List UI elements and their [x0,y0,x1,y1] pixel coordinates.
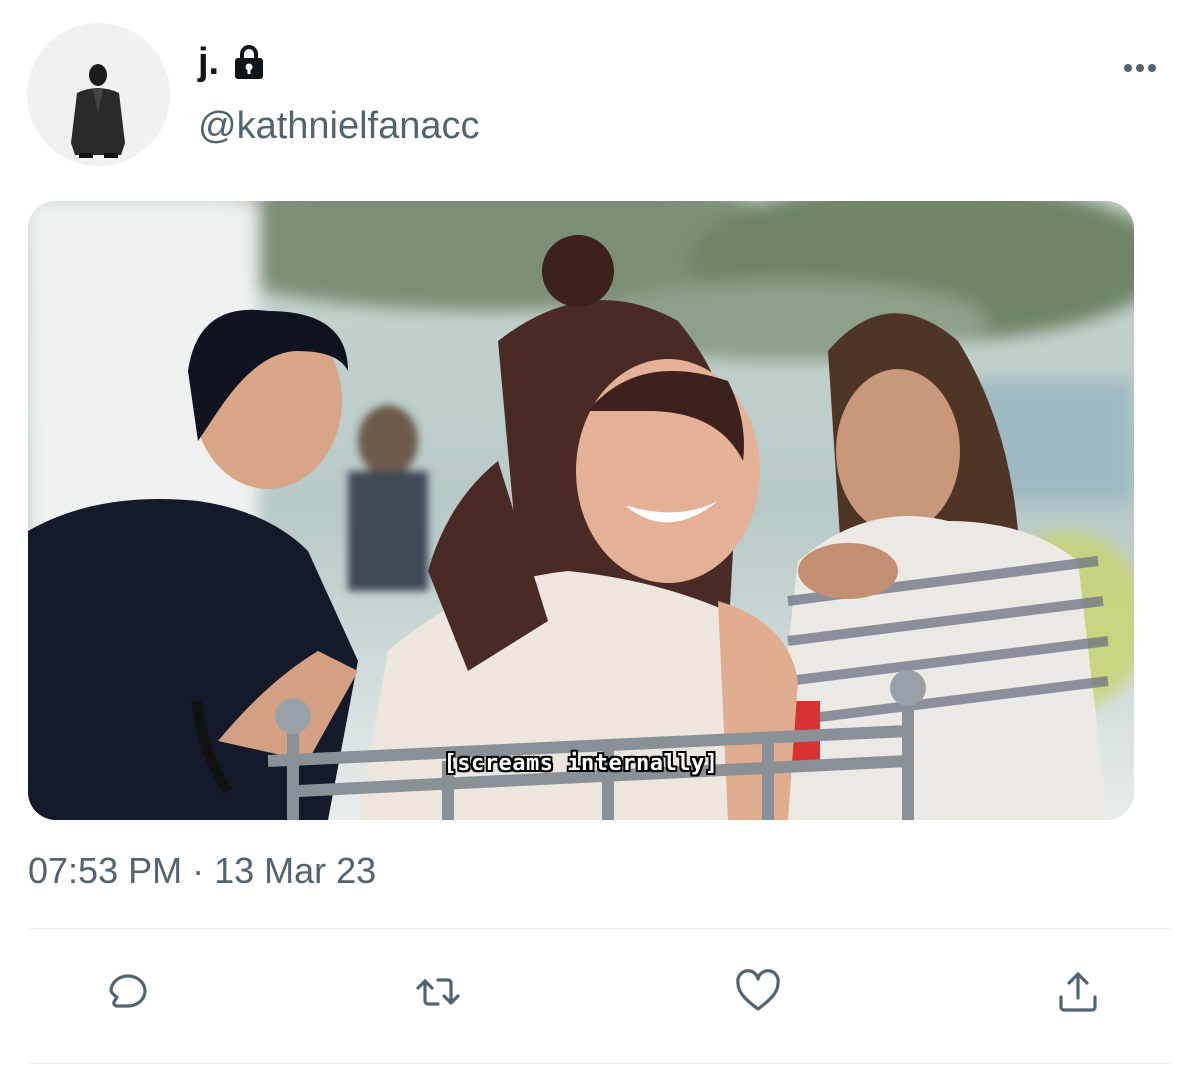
action-bar [0,960,1200,1030]
reply-button[interactable] [96,960,160,1024]
like-button[interactable] [726,960,790,1024]
share-button[interactable] [1046,960,1110,1024]
tweet-media-image[interactable]: [screams internally] [28,201,1134,820]
photo [28,201,1134,820]
author-name-row: j. [198,38,267,86]
like-icon [736,969,780,1011]
avatar[interactable] [27,23,170,166]
retweet-icon [416,978,460,1006]
retweet-button[interactable] [406,960,470,1024]
divider [28,928,1172,930]
tweet-timestamp[interactable]: 07:53 PM · 13 Mar 23 [28,848,376,894]
media-caption: [screams internally] [443,751,719,776]
user-handle[interactable]: @kathnielfanacc [198,102,480,150]
reply-icon [109,974,147,1008]
lock-icon [235,45,264,79]
more-icon[interactable] [1120,58,1160,78]
divider [28,1062,1172,1064]
share-icon [1059,972,1097,1012]
display-name[interactable]: j. [198,38,219,86]
